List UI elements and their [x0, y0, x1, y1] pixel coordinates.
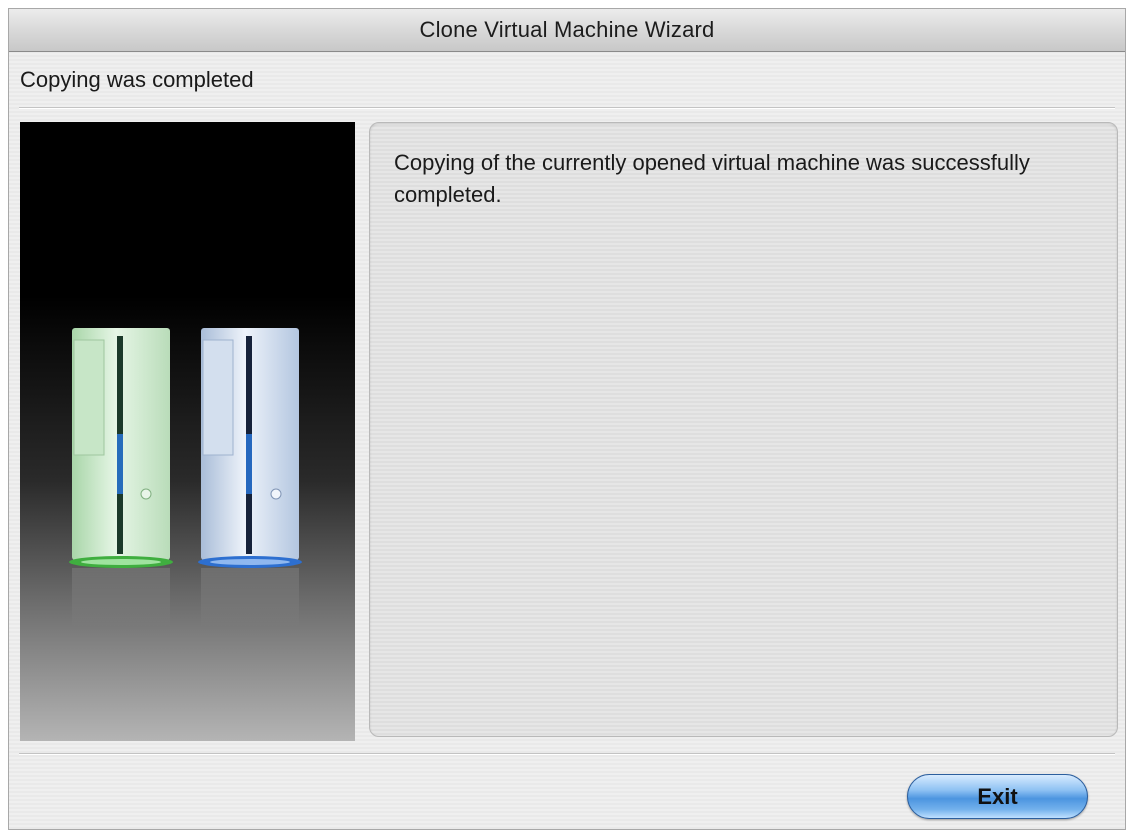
header-divider: [19, 107, 1115, 109]
blue-tower-icon: [198, 328, 302, 628]
exit-button-label: Exit: [977, 783, 1018, 809]
wizard-window: Clone Virtual Machine Wizard Copying was…: [8, 8, 1126, 830]
wizard-illustration: [20, 122, 355, 741]
title-bar[interactable]: Clone Virtual Machine Wizard: [9, 9, 1125, 52]
content-panel: Copying of the currently opened virtual …: [369, 122, 1118, 737]
completion-message: Copying of the currently opened virtual …: [394, 150, 1030, 207]
exit-button[interactable]: Exit: [907, 774, 1088, 819]
window-title: Clone Virtual Machine Wizard: [419, 17, 715, 42]
footer-divider: [19, 753, 1115, 755]
step-title: Copying was completed: [20, 67, 254, 92]
computer-towers-icon: [69, 328, 302, 628]
green-tower-icon: [69, 328, 173, 628]
